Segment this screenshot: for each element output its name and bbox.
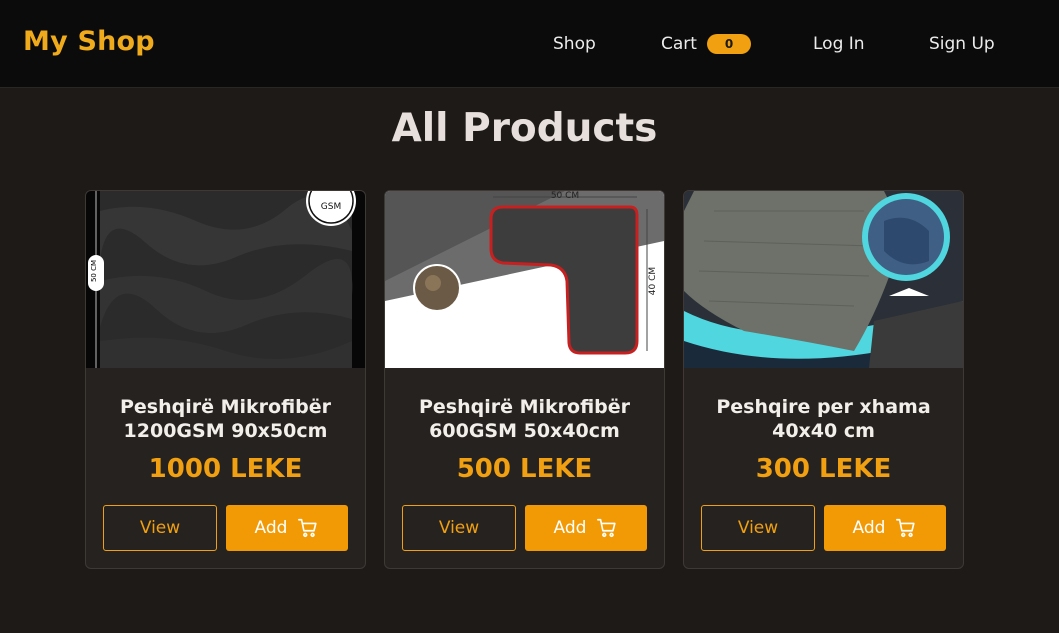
navbar: My Shop Shop Cart 0 Log In Sign Up xyxy=(0,0,1059,88)
add-button-label: Add xyxy=(852,518,886,538)
image-top-label: 50 CM xyxy=(551,191,579,201)
product-price: 1000 LEKE xyxy=(148,454,303,484)
page-title: All Products xyxy=(391,106,658,151)
nav-signup-link[interactable]: Sign Up xyxy=(929,34,995,54)
product-card: 50 CM GSM Peshqirë Mikrofibër 1200GSM 90… xyxy=(85,190,366,569)
product-card: Peshqire per xhama 40x40 cm 300 LEKE Vie… xyxy=(683,190,964,569)
product-title: Peshqire per xhama 40x40 cm xyxy=(716,396,931,442)
cart-icon xyxy=(896,518,916,538)
add-button-label: Add xyxy=(553,518,587,538)
add-to-cart-button[interactable]: Add xyxy=(824,505,946,551)
nav-login-link[interactable]: Log In xyxy=(813,34,865,54)
product-image[interactable] xyxy=(684,191,963,368)
image-side-label: 50 CM xyxy=(90,260,98,282)
add-button-label: Add xyxy=(254,518,288,538)
cart-count-badge: 0 xyxy=(707,34,751,54)
cart-icon xyxy=(597,518,617,538)
nav-cart-link[interactable]: Cart xyxy=(661,34,697,54)
product-title: Peshqirë Mikrofibër 600GSM 50x40cm xyxy=(418,396,631,442)
view-button[interactable]: View xyxy=(402,505,516,551)
cart-icon xyxy=(298,518,318,538)
view-button[interactable]: View xyxy=(103,505,217,551)
add-to-cart-button[interactable]: Add xyxy=(226,505,348,551)
brand-logo[interactable]: My Shop xyxy=(23,26,155,57)
view-button[interactable]: View xyxy=(701,505,815,551)
image-gsm-badge: GSM xyxy=(321,202,341,212)
product-image[interactable]: 50 CM GSM xyxy=(86,191,365,368)
product-image[interactable]: 50 CM 40 CM xyxy=(385,191,664,368)
product-card: 50 CM 40 CM Peshqirë Mikrofibër 600GSM 5… xyxy=(384,190,665,569)
product-title: Peshqirë Mikrofibër 1200GSM 90x50cm xyxy=(119,396,332,442)
add-to-cart-button[interactable]: Add xyxy=(525,505,647,551)
product-price: 300 LEKE xyxy=(755,454,892,484)
product-price: 500 LEKE xyxy=(456,454,593,484)
nav-shop-link[interactable]: Shop xyxy=(553,34,596,54)
image-side-label: 40 CM xyxy=(648,267,658,295)
